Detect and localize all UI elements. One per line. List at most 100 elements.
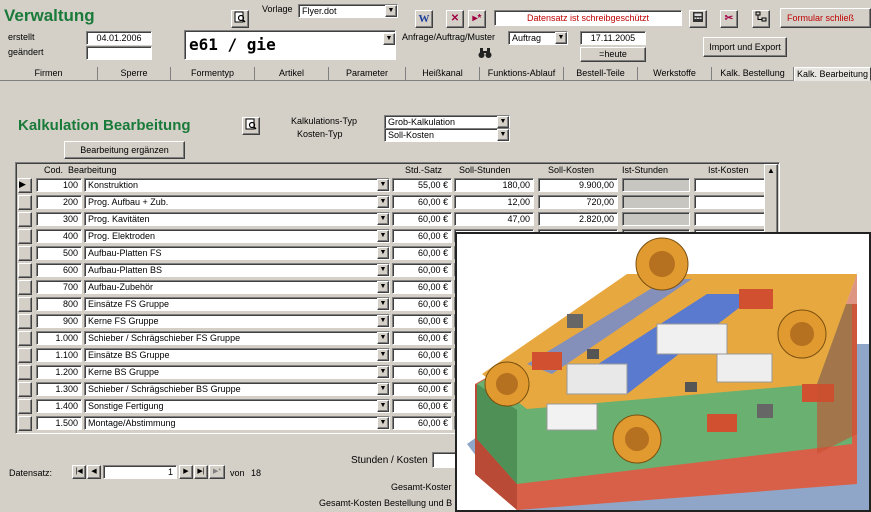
date-field[interactable]: 17.11.2005 [580,31,646,45]
section-preview-button[interactable] [242,117,260,135]
chevron-down-icon[interactable]: ▼ [377,298,389,310]
word-button[interactable]: W [415,10,433,28]
chevron-down-icon[interactable]: ▼ [377,349,389,361]
row-selector[interactable] [18,263,32,278]
cell-cod[interactable]: 1.000 [36,331,82,345]
chevron-down-icon[interactable]: ▼ [555,32,567,44]
row-selector[interactable] [18,314,32,329]
binoculars-button[interactable] [478,47,492,61]
tab-kalk-bearbeitung[interactable]: Kalk. Bearbeitung [794,67,871,81]
chevron-down-icon[interactable]: ▼ [497,116,509,128]
row-selector[interactable] [18,280,32,295]
new-record-button[interactable]: ▸* [468,10,486,28]
cell-cod[interactable]: 800 [36,297,82,311]
bearbeitung-ergaenzen-button[interactable]: Bearbeitung ergänzen [64,141,185,159]
cell-cod[interactable]: 100 [36,178,82,192]
cell-std-satz[interactable]: 60,00 € [392,399,452,413]
calculator-button[interactable] [689,10,707,28]
tab-formentyp[interactable]: Formentyp [171,67,255,81]
record-code-select[interactable]: e61 / gie ▼ [184,30,396,60]
cell-std-satz[interactable]: 60,00 € [392,246,452,260]
cell-bearbeitung[interactable]: Kerne FS Gruppe ▼ [84,314,390,328]
cell-bearbeitung[interactable]: Einsätze BS Gruppe ▼ [84,348,390,362]
cell-std-satz[interactable]: 60,00 € [392,416,452,430]
cell-std-satz[interactable]: 60,00 € [392,195,452,209]
kosten-typ-select[interactable]: Soll-Kosten ▼ [384,128,510,142]
first-record-icon[interactable]: |◀ [72,465,86,479]
cell-std-satz[interactable]: 60,00 € [392,263,452,277]
cell-cod[interactable]: 1.300 [36,382,82,396]
row-selector[interactable] [18,331,32,346]
tab-heisskanal[interactable]: Heißkanal [406,67,480,81]
tab-funktions-ablauf[interactable]: Funktions-Ablauf [480,67,564,81]
cut-button[interactable]: ✂ [720,10,738,28]
cell-cod[interactable]: 1.400 [36,399,82,413]
chevron-down-icon[interactable]: ▼ [385,5,397,17]
chevron-down-icon[interactable]: ▼ [377,230,389,242]
cell-bearbeitung[interactable]: Aufbau-Zubehör ▼ [84,280,390,294]
chevron-down-icon[interactable]: ▼ [383,33,395,45]
cell-soll-stunden[interactable]: 12,00 [454,195,534,209]
cell-soll-kosten[interactable]: 720,00 [538,195,618,209]
vorlage-select[interactable]: Flyer.dot ▼ [298,4,398,18]
cell-soll-kosten[interactable]: 9.900,00 [538,178,618,192]
cell-bearbeitung[interactable]: Einsätze FS Gruppe ▼ [84,297,390,311]
cell-std-satz[interactable]: 60,00 € [392,212,452,226]
cell-std-satz[interactable]: 55,00 € [392,178,452,192]
row-selector[interactable] [18,297,32,312]
cell-cod[interactable]: 500 [36,246,82,260]
cell-std-satz[interactable]: 60,00 € [392,348,452,362]
cell-bearbeitung[interactable]: Schieber / Schrägschieber FS Gruppe ▼ [84,331,390,345]
row-selector[interactable] [18,399,32,414]
cell-bearbeitung[interactable]: Aufbau-Platten BS ▼ [84,263,390,277]
anfrage-select[interactable]: Auftrag ▼ [508,31,568,45]
cell-bearbeitung[interactable]: Prog. Elektroden ▼ [84,229,390,243]
tab-bestell-teile[interactable]: Bestell-Teile [564,67,638,81]
erstellt-field[interactable]: 04.01.2006 [86,31,152,45]
tab-artikel[interactable]: Artikel [255,67,329,81]
chevron-down-icon[interactable]: ▼ [377,264,389,276]
tab-sperre[interactable]: Sperre [98,67,171,81]
tree-button[interactable] [752,10,770,28]
chevron-down-icon[interactable]: ▼ [377,417,389,429]
row-selector[interactable] [18,365,32,380]
cell-cod[interactable]: 300 [36,212,82,226]
cell-bearbeitung[interactable]: Aufbau-Platten FS ▼ [84,246,390,260]
row-selector[interactable] [18,348,32,363]
geaendert-field[interactable] [86,46,152,60]
cell-bearbeitung[interactable]: Schieber / Schrägschieber BS Gruppe ▼ [84,382,390,396]
chevron-down-icon[interactable]: ▼ [377,366,389,378]
cell-bearbeitung[interactable]: Kerne BS Gruppe ▼ [84,365,390,379]
tab-kalk-bestellung[interactable]: Kalk. Bestellung [712,67,794,81]
cell-std-satz[interactable]: 60,00 € [392,382,452,396]
tab-parameter[interactable]: Parameter [329,67,406,81]
cell-std-satz[interactable]: 60,00 € [392,314,452,328]
cell-std-satz[interactable]: 60,00 € [392,297,452,311]
tab-werkstoffe[interactable]: Werkstoffe [638,67,712,81]
chevron-down-icon[interactable]: ▼ [377,281,389,293]
cell-soll-stunden[interactable]: 47,00 [454,212,534,226]
row-selector[interactable] [18,416,32,431]
cell-cod[interactable]: 1.100 [36,348,82,362]
cell-soll-kosten[interactable]: 2.820,00 [538,212,618,226]
formular-close-button[interactable]: Formular schließ [780,8,871,28]
next-record-icon[interactable]: ▶ [179,465,193,479]
kalk-typ-select[interactable]: Grob-Kalkulation ▼ [384,115,510,129]
chevron-down-icon[interactable]: ▼ [377,213,389,225]
tab-firmen[interactable]: Firmen [0,67,98,81]
import-export-button[interactable]: Import und Export [703,37,787,57]
cell-std-satz[interactable]: 60,00 € [392,365,452,379]
cell-std-satz[interactable]: 60,00 € [392,280,452,294]
cell-cod[interactable]: 700 [36,280,82,294]
row-selector[interactable]: ▶ [18,178,32,193]
cell-cod[interactable]: 200 [36,195,82,209]
last-record-icon[interactable]: ▶| [194,465,208,479]
cell-bearbeitung[interactable]: Sonstige Fertigung ▼ [84,399,390,413]
cell-bearbeitung[interactable]: Prog. Kavitäten ▼ [84,212,390,226]
chevron-down-icon[interactable]: ▼ [377,315,389,327]
row-selector[interactable] [18,246,32,261]
chevron-down-icon[interactable]: ▼ [377,400,389,412]
cell-cod[interactable]: 1.200 [36,365,82,379]
chevron-down-icon[interactable]: ▼ [377,247,389,259]
chevron-down-icon[interactable]: ▼ [377,179,389,191]
